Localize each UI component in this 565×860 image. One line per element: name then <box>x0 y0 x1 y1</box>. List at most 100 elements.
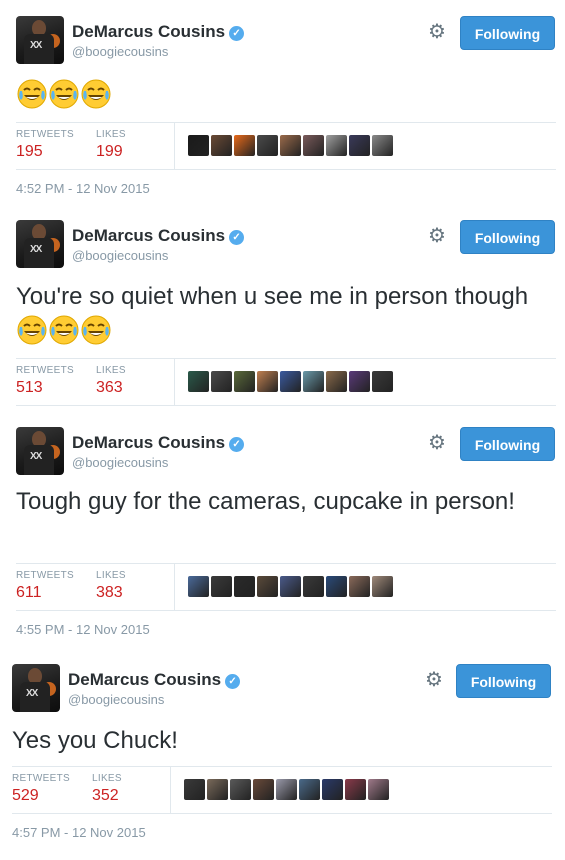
liker-avatar[interactable] <box>257 371 278 392</box>
following-button[interactable]: Following <box>460 427 555 461</box>
verified-badge-icon: ✓ <box>229 230 245 245</box>
user-name-wrap[interactable]: DeMarcus Cousins ✓ <box>72 22 245 42</box>
liker-avatar[interactable] <box>207 779 228 800</box>
liker-avatar[interactable] <box>349 371 370 392</box>
avatar[interactable]: XX <box>16 220 64 268</box>
liker-avatar[interactable] <box>326 135 347 156</box>
gear-icon[interactable]: ⚙ <box>428 22 446 42</box>
liker-avatar[interactable] <box>276 779 297 800</box>
retweets-label: RETWEETS <box>16 365 74 376</box>
user-name[interactable]: DeMarcus Cousins <box>72 22 225 41</box>
liker-avatar[interactable] <box>299 779 320 800</box>
user-name-wrap[interactable]: DeMarcus Cousins ✓ <box>72 226 245 246</box>
stats-divider <box>174 123 175 169</box>
tweet-text: Yes you Chuck! <box>12 724 532 758</box>
tweet-stats: RETWEETS 513 LIKES 363 <box>16 358 556 406</box>
liker-avatar[interactable] <box>280 135 301 156</box>
liker-avatar[interactable] <box>211 576 232 597</box>
tweet-timestamp[interactable]: 4:52 PM - 12 Nov 2015 <box>16 181 150 196</box>
tweet-stats: RETWEETS 195 LIKES 199 <box>16 122 556 170</box>
user-name[interactable]: DeMarcus Cousins <box>68 670 221 689</box>
liker-avatar[interactable] <box>234 576 255 597</box>
liker-avatars <box>188 371 395 393</box>
user-handle[interactable]: @boogiecousins <box>72 44 168 59</box>
user-name-wrap[interactable]: DeMarcus Cousins ✓ <box>68 670 241 690</box>
retweets-stat[interactable]: RETWEETS 195 <box>16 129 74 161</box>
stats-divider <box>170 767 171 813</box>
liker-avatar[interactable] <box>326 371 347 392</box>
liker-avatar[interactable] <box>257 576 278 597</box>
tweet-text: You're so quiet when u see me in person … <box>16 280 536 350</box>
likes-count: 383 <box>96 584 123 601</box>
verified-badge-icon: ✓ <box>225 674 241 689</box>
liker-avatar[interactable] <box>303 576 324 597</box>
liker-avatar[interactable] <box>349 135 370 156</box>
likes-label: LIKES <box>96 570 126 581</box>
tears-of-joy-emoji-icon <box>48 314 80 346</box>
user-name[interactable]: DeMarcus Cousins <box>72 433 225 452</box>
liker-avatar[interactable] <box>234 371 255 392</box>
tweet-timestamp[interactable]: 4:55 PM - 12 Nov 2015 <box>16 622 150 637</box>
liker-avatar[interactable] <box>188 135 209 156</box>
tweet-text-content: Tough guy for the cameras, cupcake in pe… <box>16 488 515 515</box>
retweets-label: RETWEETS <box>12 773 70 784</box>
liker-avatar[interactable] <box>372 135 393 156</box>
retweets-stat[interactable]: RETWEETS 611 <box>16 570 74 602</box>
avatar[interactable]: XX <box>16 427 64 475</box>
liker-avatar[interactable] <box>280 371 301 392</box>
retweets-count: 513 <box>16 379 43 396</box>
tears-of-joy-emoji-icon <box>48 78 80 110</box>
likes-count: 363 <box>96 379 123 396</box>
likes-stat[interactable]: LIKES 352 <box>92 773 122 805</box>
retweets-label: RETWEETS <box>16 570 74 581</box>
liker-avatar[interactable] <box>303 135 324 156</box>
liker-avatar[interactable] <box>368 779 389 800</box>
liker-avatar[interactable] <box>372 576 393 597</box>
tweet-stats: RETWEETS 611 LIKES 383 <box>16 563 556 611</box>
retweets-stat[interactable]: RETWEETS 513 <box>16 365 74 397</box>
tears-of-joy-emoji-icon <box>80 78 112 110</box>
gear-icon[interactable]: ⚙ <box>428 433 446 453</box>
liker-avatar[interactable] <box>184 779 205 800</box>
liker-avatar[interactable] <box>322 779 343 800</box>
likes-stat[interactable]: LIKES 363 <box>96 365 126 397</box>
liker-avatar[interactable] <box>280 576 301 597</box>
stats-divider <box>174 564 175 610</box>
tweet-timestamp[interactable]: 4:57 PM - 12 Nov 2015 <box>12 825 146 840</box>
tears-of-joy-emoji-group <box>16 79 112 110</box>
liker-avatar[interactable] <box>257 135 278 156</box>
liker-avatar[interactable] <box>349 576 370 597</box>
likes-label: LIKES <box>92 773 122 784</box>
following-button[interactable]: Following <box>456 664 551 698</box>
user-handle[interactable]: @boogiecousins <box>72 248 168 263</box>
likes-stat[interactable]: LIKES 199 <box>96 129 126 161</box>
liker-avatar[interactable] <box>326 576 347 597</box>
liker-avatar[interactable] <box>211 135 232 156</box>
user-name-wrap[interactable]: DeMarcus Cousins ✓ <box>72 433 245 453</box>
liker-avatar[interactable] <box>253 779 274 800</box>
avatar[interactable]: XX <box>16 16 64 64</box>
liker-avatar[interactable] <box>188 576 209 597</box>
liker-avatars <box>184 779 391 801</box>
gear-icon[interactable]: ⚙ <box>428 226 446 246</box>
tweet-text-content: You're so quiet when u see me in person … <box>16 283 529 310</box>
user-handle[interactable]: @boogiecousins <box>68 692 164 707</box>
tweet-stats: RETWEETS 529 LIKES 352 <box>12 766 552 814</box>
liker-avatar[interactable] <box>303 371 324 392</box>
liker-avatar[interactable] <box>345 779 366 800</box>
gear-icon[interactable]: ⚙ <box>425 670 443 690</box>
retweets-stat[interactable]: RETWEETS 529 <box>12 773 70 805</box>
tears-of-joy-emoji-icon <box>16 314 48 346</box>
likes-stat[interactable]: LIKES 383 <box>96 570 126 602</box>
following-button[interactable]: Following <box>460 220 555 254</box>
liker-avatar[interactable] <box>188 371 209 392</box>
retweets-label: RETWEETS <box>16 129 74 140</box>
liker-avatar[interactable] <box>211 371 232 392</box>
following-button[interactable]: Following <box>460 16 555 50</box>
user-handle[interactable]: @boogiecousins <box>72 455 168 470</box>
liker-avatar[interactable] <box>234 135 255 156</box>
user-name[interactable]: DeMarcus Cousins <box>72 226 225 245</box>
liker-avatar[interactable] <box>372 371 393 392</box>
avatar[interactable]: XX <box>12 664 60 712</box>
liker-avatar[interactable] <box>230 779 251 800</box>
